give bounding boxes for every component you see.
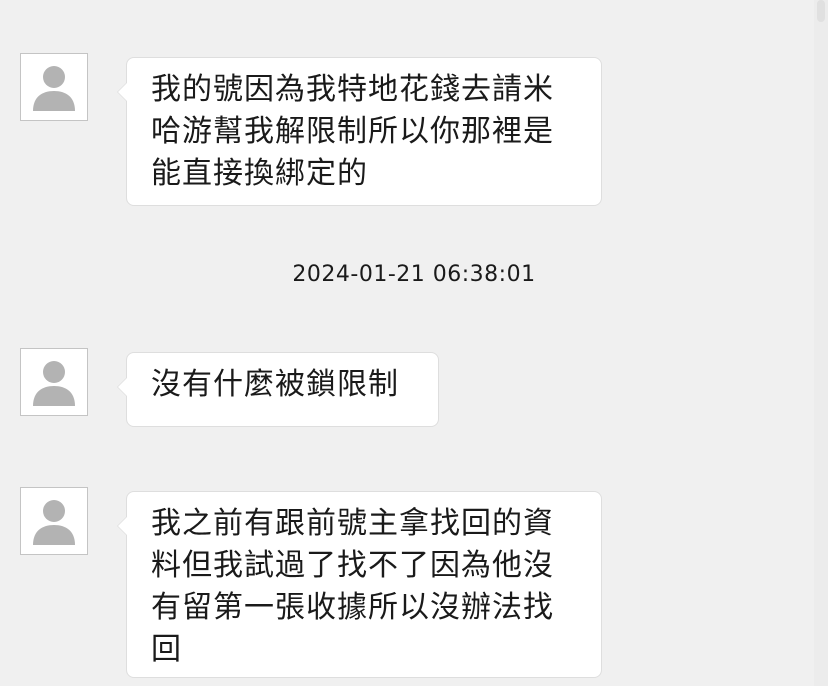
default-user-icon bbox=[33, 361, 75, 406]
message-text: 我的號因為我特地花錢去請米哈游幫我解限制所以你那裡是能直接換綁定的 bbox=[151, 72, 554, 191]
avatar[interactable] bbox=[20, 53, 88, 121]
message-text: 沒有什麼被鎖限制 bbox=[151, 367, 399, 402]
avatar[interactable] bbox=[20, 487, 88, 555]
default-user-icon bbox=[33, 500, 75, 545]
chat-history: 我的號因為我特地花錢去請米哈游幫我解限制所以你那裡是能直接換綁定的 2024-0… bbox=[0, 0, 828, 686]
message-bubble[interactable]: 我之前有跟前號主拿找回的資料但我試過了找不了因為他沒有留第一張收據所以沒辦法找回 bbox=[117, 491, 602, 678]
vertical-scrollbar[interactable] bbox=[814, 0, 828, 686]
avatar[interactable] bbox=[20, 348, 88, 416]
message-text: 我之前有跟前號主拿找回的資料但我試過了找不了因為他沒有留第一張收據所以沒辦法找回 bbox=[151, 506, 554, 667]
message-timestamp: 2024-01-21 06:38:01 bbox=[292, 262, 536, 287]
default-user-icon bbox=[33, 66, 75, 111]
message-bubble[interactable]: 我的號因為我特地花錢去請米哈游幫我解限制所以你那裡是能直接換綁定的 bbox=[117, 57, 602, 206]
message-bubble[interactable]: 沒有什麼被鎖限制 bbox=[117, 352, 439, 427]
scrollbar-thumb[interactable] bbox=[817, 0, 825, 22]
